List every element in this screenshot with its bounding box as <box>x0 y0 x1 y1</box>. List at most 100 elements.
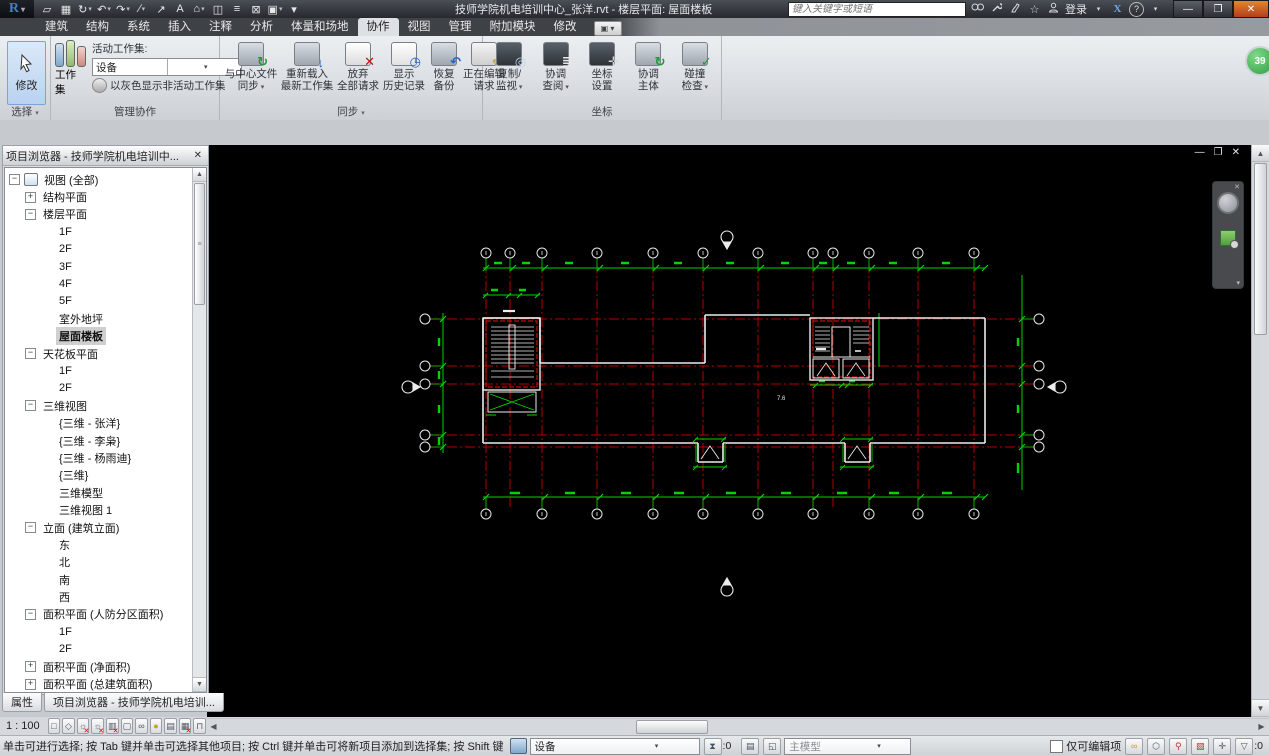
design-option-select[interactable]: 主模型 ▾ <box>784 737 912 755</box>
tab-properties[interactable]: 属性 <box>2 693 42 712</box>
scroll-left-icon[interactable]: ◀ <box>206 720 221 734</box>
ribbon-tab-插入[interactable]: 插入 <box>159 18 200 36</box>
section-icon[interactable]: ◫ <box>209 2 227 17</box>
tree-item[interactable]: 西 <box>5 588 193 605</box>
sign-in-label[interactable]: 登录 <box>1065 1 1087 17</box>
design-options-icon[interactable]: ◱ <box>763 737 782 755</box>
tree-item[interactable]: 5F <box>5 293 193 310</box>
panel-synchronize-footer[interactable]: 同步 ▾ <box>220 105 482 120</box>
reveal-hidden-elements-icon[interactable]: ● <box>149 718 163 734</box>
ribbon-tab-结构[interactable]: 结构 <box>77 18 118 36</box>
tree-item[interactable]: 三维模型 <box>5 484 193 501</box>
steering-wheel-icon[interactable] <box>1217 192 1239 214</box>
ribbon-tab-附加模块[interactable]: 附加模块 <box>481 18 545 36</box>
ribbon-button[interactable]: 恢复备份 <box>428 39 461 93</box>
tree-item[interactable]: + 结构平面 <box>5 188 193 205</box>
project-browser-titlebar[interactable]: 项目浏览器 - 技师学院机电培训中... ✕ <box>3 146 208 166</box>
navbar-close-icon[interactable]: ✕ <box>1234 183 1240 191</box>
ribbon-state-toggle[interactable]: ▣ ▾ <box>593 21 622 36</box>
tree-item[interactable]: {三维 - 杨雨迪} <box>5 449 193 466</box>
expand-collapse-icon[interactable]: − <box>25 348 36 360</box>
subscription-center-icon[interactable] <box>989 2 1004 16</box>
browser-scroll-down-icon[interactable]: ▼ <box>193 677 206 692</box>
tab-project-browser[interactable]: 项目浏览器 - 技师学院机电培训... <box>44 693 224 712</box>
ribbon-tab-系统[interactable]: 系统 <box>118 18 159 36</box>
show-crop-region-icon[interactable]: ▢ <box>120 718 134 734</box>
temporary-view-properties-icon[interactable]: ▤ <box>164 718 177 734</box>
zoom-tool-icon[interactable] <box>1220 230 1239 249</box>
crop-view-icon[interactable]: ▥ <box>105 718 119 735</box>
browser-scroll-up-icon[interactable]: ▲ <box>193 168 206 182</box>
floor-plan-drawing[interactable]: 7.6 <box>207 145 1252 717</box>
favorites-icon[interactable]: ☆ <box>1027 3 1042 16</box>
application-menu-button[interactable]: R ▾ <box>0 0 34 18</box>
vertical-scrollbar[interactable]: ▲ ▼ <box>1251 145 1269 717</box>
tree-item[interactable]: − 视图 (全部) <box>5 171 193 188</box>
shadows-icon[interactable]: ☼ <box>91 718 104 735</box>
default-3d-view-icon[interactable]: ⌂ ▾ <box>190 2 208 17</box>
switch-windows-icon[interactable]: ▣ ▾ <box>266 2 284 17</box>
exchange-apps-icon[interactable]: X <box>1110 3 1125 15</box>
modify-button[interactable]: 修改 <box>7 41 46 105</box>
reveal-constraints-icon[interactable]: ⊓ <box>193 718 206 734</box>
tree-item[interactable]: − 立面 (建筑立面) <box>5 519 193 536</box>
ribbon-tab-视图[interactable]: 视图 <box>399 18 440 36</box>
tree-item[interactable]: 室外地坪 <box>5 310 193 327</box>
ribbon-tab-修改[interactable]: 修改 <box>545 18 586 36</box>
sun-path-icon[interactable]: ☼ <box>76 718 90 735</box>
tree-item[interactable]: 南 <box>5 571 193 588</box>
tree-item[interactable]: {三维 - 张洋} <box>5 414 193 431</box>
ribbon-button[interactable]: 与中心文件同步 ▾ <box>224 39 278 93</box>
navigation-bar[interactable]: ✕ ▾ <box>1212 181 1244 289</box>
browser-scroll-thumb[interactable]: ≡ <box>194 183 205 305</box>
tree-item[interactable]: + 面积平面 (净面积) <box>5 658 193 675</box>
horizontal-scrollbar[interactable]: ◀ ▶ <box>206 717 1269 735</box>
drawing-canvas[interactable]: — ❐ ✕ ✕ ▾ 7.6 <box>207 145 1252 717</box>
tree-item[interactable]: 北 <box>5 554 193 571</box>
ribbon-tab-协作[interactable]: 协作 <box>357 18 399 36</box>
undo-icon[interactable]: ↶ ▾ <box>95 2 113 17</box>
select-underlay-icon[interactable]: ⬡ <box>1147 737 1166 755</box>
panel-select-footer[interactable]: 选择 ▾ <box>0 105 50 120</box>
detail-level-icon[interactable]: □ <box>47 718 61 734</box>
tree-item[interactable]: 东 <box>5 536 193 553</box>
chevron-down-icon[interactable]: ▾ <box>848 742 911 750</box>
search-icon[interactable] <box>970 2 985 16</box>
ribbon-tab-建筑[interactable]: 建筑 <box>36 18 77 36</box>
open-icon[interactable]: ▱ <box>38 2 56 17</box>
project-browser-close-icon[interactable]: ✕ <box>191 150 205 161</box>
tree-item[interactable]: − 面积平面 (人防分区面积) <box>5 606 193 623</box>
aligned-dimension-icon[interactable]: ↗ <box>152 2 170 17</box>
visual-style-icon[interactable]: ◇ <box>62 718 75 734</box>
ribbon-tab-注释[interactable]: 注释 <box>200 18 241 36</box>
drag-on-selection-icon[interactable]: ✛ <box>1213 737 1232 755</box>
close-hidden-windows-icon[interactable]: ⊠ <box>247 2 265 17</box>
notification-badge[interactable]: 39 <box>1245 46 1269 76</box>
communication-center-icon[interactable] <box>1008 2 1023 16</box>
measure-icon[interactable]: ∕ ▾ <box>133 2 151 17</box>
tree-item[interactable]: − 天花板平面 <box>5 345 193 362</box>
ribbon-tab-体量和场地[interactable]: 体量和场地 <box>282 18 358 36</box>
vertical-scroll-thumb[interactable] <box>1254 163 1267 335</box>
tree-item[interactable]: 2F <box>5 241 193 258</box>
chevron-down-icon[interactable]: ▾ <box>615 742 699 750</box>
tree-item[interactable]: − 三维视图 <box>5 397 193 414</box>
scroll-up-icon[interactable]: ▲ <box>1252 145 1269 162</box>
ribbon-button[interactable]: 碰撞检查 ▾ <box>673 39 717 93</box>
tree-item[interactable]: 3F <box>5 258 193 275</box>
help-dropdown-icon[interactable]: ▾ <box>1148 5 1163 13</box>
expand-collapse-icon[interactable]: + <box>25 678 36 690</box>
save-icon[interactable]: ▦ <box>57 2 75 17</box>
ribbon-button[interactable]: 协调查阅 ▾ <box>533 39 577 93</box>
expand-collapse-icon[interactable]: − <box>9 174 20 186</box>
navbar-options-icon[interactable]: ▾ <box>1236 279 1240 287</box>
tree-item[interactable]: 1F <box>5 223 193 240</box>
worksharing-display-icon[interactable]: ▦ <box>178 718 192 735</box>
tree-item[interactable]: 三维视图 1 <box>5 501 193 518</box>
ribbon-button[interactable]: 复制/监视 ▾ <box>487 39 531 93</box>
thin-lines-icon[interactable]: ≡ <box>228 2 246 17</box>
tree-item[interactable]: 1F <box>5 362 193 379</box>
tree-item[interactable]: {三维 - 李枭} <box>5 432 193 449</box>
worksets-button[interactable]: 工作集 <box>55 39 86 97</box>
view-close-icon[interactable]: ✕ <box>1232 147 1240 158</box>
